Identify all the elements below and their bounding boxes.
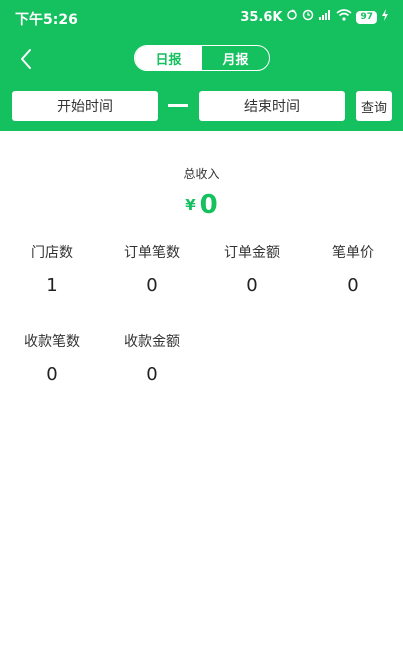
charging-icon — [381, 9, 389, 25]
total-income-amount: 0 — [199, 190, 218, 220]
date-range-separator — [168, 104, 188, 107]
stat-payment-amount: 收款金额 0 — [102, 331, 202, 385]
currency-symbol: ¥ — [185, 196, 196, 214]
stat-label: 收款金额 — [124, 334, 180, 350]
date-filter-row: 开始时间 结束时间 查询 — [0, 91, 403, 121]
network-speed: 35.6K — [240, 9, 283, 25]
stat-store-count: 门店数 1 — [2, 242, 102, 296]
header-bar: 下午5:26 35.6K 97 日报 月报 开始时间 结束时间 查询 — [0, 0, 403, 131]
stat-label: 门店数 — [31, 245, 73, 261]
report-period-toggle: 日报 月报 — [134, 45, 270, 71]
stat-value: 0 — [146, 275, 158, 296]
signal-icon — [318, 9, 332, 25]
sync-icon — [286, 9, 298, 25]
stat-label: 订单金额 — [224, 245, 280, 261]
tab-monthly-report[interactable]: 月报 — [202, 46, 269, 70]
total-income-value: ¥0 — [0, 190, 403, 220]
stat-value: 0 — [246, 275, 258, 296]
battery-icon: 97 — [356, 10, 377, 24]
tab-daily-report[interactable]: 日报 — [135, 46, 202, 70]
total-income-label: 总收入 — [183, 167, 220, 181]
stat-value: 0 — [347, 275, 359, 296]
start-date-field[interactable]: 开始时间 — [12, 91, 158, 121]
wifi-icon — [336, 9, 352, 25]
stat-value: 0 — [146, 364, 158, 385]
stat-label: 笔单价 — [332, 245, 374, 261]
query-button[interactable]: 查询 — [356, 91, 392, 121]
back-button[interactable] — [14, 46, 40, 72]
status-bar: 下午5:26 35.6K 97 — [0, 0, 403, 36]
stat-order-amount: 订单金额 0 — [202, 242, 302, 296]
stat-unit-price: 笔单价 0 — [303, 242, 403, 296]
stat-value: 1 — [46, 275, 58, 296]
stat-label: 收款笔数 — [24, 334, 80, 350]
alarm-icon — [302, 9, 314, 25]
stat-value: 0 — [46, 364, 58, 385]
stat-payment-count: 收款笔数 0 — [2, 331, 102, 385]
stat-label: 订单笔数 — [124, 245, 180, 261]
chevron-left-icon — [21, 49, 31, 69]
stat-order-count: 订单笔数 0 — [102, 242, 202, 296]
status-indicators: 35.6K 97 — [240, 9, 389, 25]
end-date-field[interactable]: 结束时间 — [199, 91, 345, 121]
nav-bar: 日报 月报 — [0, 40, 403, 78]
status-time: 下午5:26 — [15, 12, 78, 28]
